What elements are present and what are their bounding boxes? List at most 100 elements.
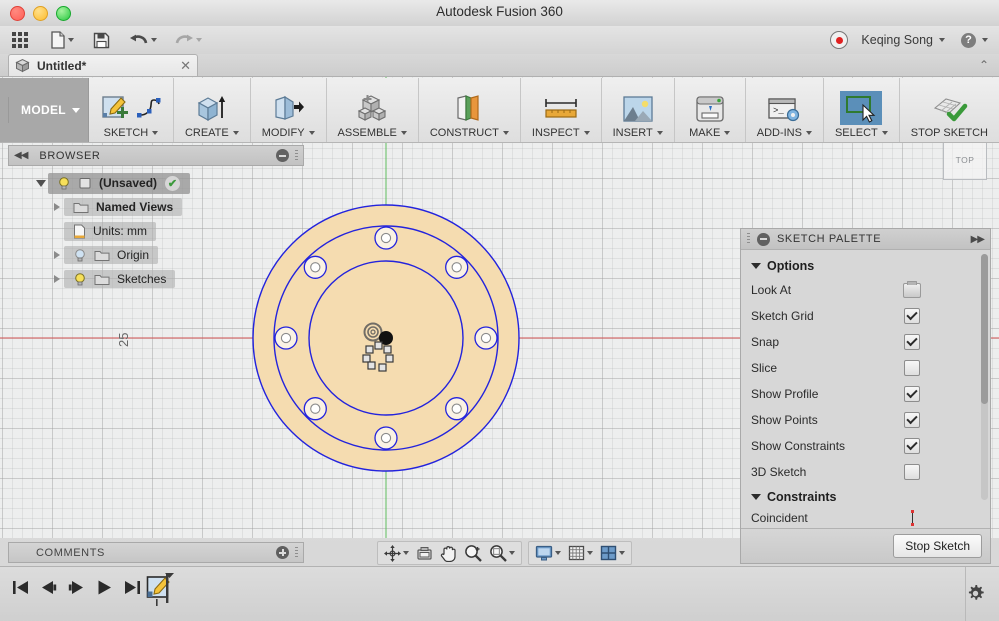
sketch-palette-header[interactable]: SKETCH PALETTE ▶▶ bbox=[741, 229, 990, 250]
close-icon[interactable]: ✕ bbox=[180, 59, 191, 72]
collapse-panel-icon[interactable] bbox=[757, 232, 770, 246]
browser-node-named-views[interactable]: Named Views bbox=[8, 195, 304, 219]
chevron-down-icon[interactable] bbox=[68, 38, 74, 42]
fit-button[interactable] bbox=[487, 543, 517, 563]
ribbon-item-sketch[interactable]: SKETCH bbox=[95, 90, 167, 139]
chevron-down-icon[interactable] bbox=[502, 131, 509, 135]
lightbulb-icon[interactable] bbox=[57, 176, 71, 190]
chevron-down-icon[interactable] bbox=[881, 131, 888, 135]
add-comment-icon[interactable] bbox=[276, 546, 289, 559]
go-to-beginning-icon[interactable] bbox=[12, 579, 29, 596]
ribbon-item-stop-sketch[interactable]: STOP SKETCH bbox=[906, 90, 993, 139]
chevron-down-icon[interactable] bbox=[939, 38, 945, 42]
lightbulb-icon[interactable] bbox=[73, 272, 87, 286]
collapse-panel-icon[interactable] bbox=[276, 149, 289, 162]
3d-sketch-checkbox[interactable] bbox=[904, 464, 920, 480]
grid-apps-button[interactable] bbox=[8, 29, 32, 51]
pan-button[interactable] bbox=[438, 543, 459, 563]
browser-node-origin[interactable]: Origin bbox=[8, 243, 304, 267]
constraint-coincident[interactable]: Coincident bbox=[741, 508, 990, 528]
coincident-icon[interactable] bbox=[911, 510, 914, 526]
chevron-down-icon[interactable] bbox=[724, 131, 731, 135]
sketch-grid-checkbox[interactable] bbox=[904, 308, 920, 324]
new-file-button[interactable] bbox=[47, 29, 77, 51]
option-snap[interactable]: Snap bbox=[741, 329, 990, 355]
ribbon-item-modify[interactable]: MODIFY bbox=[257, 90, 320, 139]
step-back-icon[interactable] bbox=[40, 579, 57, 596]
look-at-button[interactable] bbox=[414, 545, 435, 562]
chevron-down-icon[interactable] bbox=[805, 131, 812, 135]
option-look-at[interactable]: Look At bbox=[741, 277, 990, 303]
section-options[interactable]: Options bbox=[741, 254, 990, 277]
timeline-settings-button[interactable] bbox=[966, 584, 985, 606]
option-slice[interactable]: Slice bbox=[741, 355, 990, 381]
browser-node-sketches[interactable]: Sketches bbox=[8, 267, 304, 291]
ribbon-item-addins[interactable]: >_ ADD-INS bbox=[752, 90, 817, 139]
chevron-down-icon[interactable] bbox=[308, 131, 315, 135]
user-menu[interactable]: Keqing Song bbox=[858, 31, 948, 49]
chevron-down-icon[interactable] bbox=[400, 131, 407, 135]
snap-checkbox[interactable] bbox=[904, 334, 920, 350]
chevron-up-icon[interactable]: ⌃ bbox=[979, 58, 989, 72]
show-profile-checkbox[interactable] bbox=[904, 386, 920, 402]
resize-grip-icon[interactable] bbox=[295, 546, 298, 559]
expand-toggle[interactable] bbox=[34, 179, 48, 187]
look-at-icon[interactable] bbox=[903, 280, 921, 298]
show-points-checkbox[interactable] bbox=[904, 412, 920, 428]
ribbon-item-inspect[interactable]: INSPECT bbox=[527, 90, 595, 139]
stop-sketch-button[interactable]: Stop Sketch bbox=[893, 534, 982, 558]
ribbon-item-make[interactable]: MAKE bbox=[681, 90, 739, 139]
comments-panel[interactable]: COMMENTS bbox=[8, 542, 304, 563]
sketch-feature-icon[interactable] bbox=[146, 571, 180, 611]
chevron-down-icon[interactable] bbox=[555, 551, 561, 555]
chevron-down-icon[interactable] bbox=[509, 551, 515, 555]
option-sketch-grid[interactable]: Sketch Grid bbox=[741, 303, 990, 329]
ribbon-item-create[interactable]: CREATE bbox=[180, 90, 244, 139]
grid-snap-button[interactable] bbox=[566, 544, 595, 562]
play-icon[interactable] bbox=[96, 579, 113, 596]
help-menu[interactable]: ? bbox=[958, 31, 991, 50]
zoom-in-button[interactable] bbox=[462, 543, 484, 563]
chevron-down-icon[interactable] bbox=[151, 38, 157, 42]
document-tab[interactable]: Untitled* ✕ bbox=[8, 54, 198, 76]
viewport-layout-button[interactable] bbox=[598, 544, 627, 562]
chevron-down-icon[interactable] bbox=[196, 38, 202, 42]
undo-button[interactable] bbox=[126, 30, 160, 50]
redo-button[interactable] bbox=[171, 30, 205, 50]
palette-scrollbar[interactable] bbox=[981, 254, 988, 500]
expand-toggle[interactable] bbox=[50, 203, 64, 211]
ribbon-item-construct[interactable]: CONSTRUCT bbox=[425, 90, 514, 139]
browser-node-units[interactable]: Units: mm bbox=[8, 219, 304, 243]
option-show-points[interactable]: Show Points bbox=[741, 407, 990, 433]
expand-toggle[interactable] bbox=[50, 275, 64, 283]
orbit-button[interactable] bbox=[382, 544, 411, 563]
timeline-feature-marker[interactable] bbox=[146, 571, 180, 614]
chevron-down-icon[interactable] bbox=[71, 107, 80, 113]
browser-header[interactable]: ◀◀ BROWSER bbox=[8, 145, 304, 166]
step-forward-icon[interactable] bbox=[68, 579, 85, 596]
display-settings-button[interactable] bbox=[533, 544, 563, 562]
chevron-down-icon[interactable] bbox=[232, 131, 239, 135]
lightbulb-icon[interactable] bbox=[73, 248, 87, 262]
option-show-constraints[interactable]: Show Constraints bbox=[741, 433, 990, 459]
section-constraints[interactable]: Constraints bbox=[741, 485, 990, 508]
ribbon-item-insert[interactable]: INSERT bbox=[608, 90, 668, 139]
chevron-down-icon[interactable] bbox=[403, 551, 409, 555]
chevron-down-icon[interactable] bbox=[583, 131, 590, 135]
show-constraints-checkbox[interactable] bbox=[904, 438, 920, 454]
ribbon-item-select[interactable]: SELECT bbox=[830, 88, 893, 139]
view-cube[interactable]: TOP bbox=[943, 140, 987, 180]
resize-grip-icon[interactable] bbox=[295, 149, 298, 162]
scrollbar-thumb[interactable] bbox=[981, 254, 988, 404]
chevron-down-icon[interactable] bbox=[152, 131, 159, 135]
chevron-down-icon[interactable] bbox=[656, 131, 663, 135]
workspace-switcher[interactable]: MODEL bbox=[0, 78, 89, 142]
browser-node-unsaved[interactable]: (Unsaved) ✔ bbox=[8, 171, 304, 195]
chevron-down-icon[interactable] bbox=[587, 551, 593, 555]
dock-right-icon[interactable]: ▶▶ bbox=[971, 234, 985, 245]
option-3d-sketch[interactable]: 3D Sketch bbox=[741, 459, 990, 485]
slice-checkbox[interactable] bbox=[904, 360, 920, 376]
go-to-end-icon[interactable] bbox=[124, 579, 141, 596]
option-show-profile[interactable]: Show Profile bbox=[741, 381, 990, 407]
expand-toggle[interactable] bbox=[50, 251, 64, 259]
